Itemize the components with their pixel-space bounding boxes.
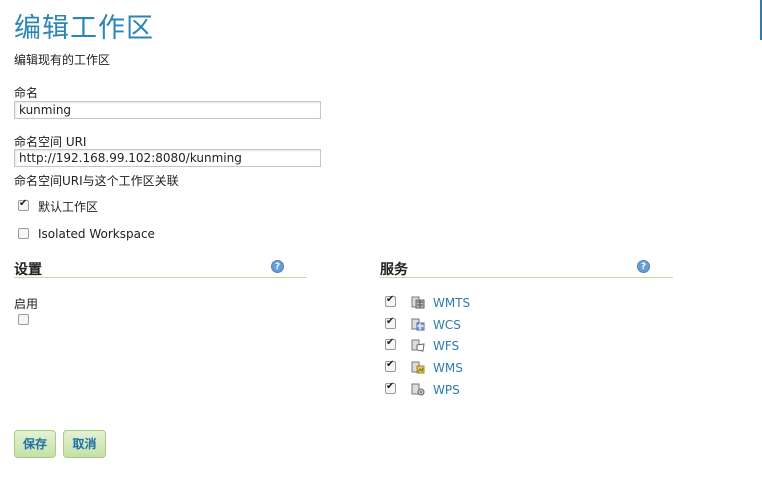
name-input[interactable] — [14, 101, 321, 119]
service-checkbox-wcs[interactable] — [385, 316, 396, 329]
services-section-title: 服务 — [380, 262, 408, 278]
namespace-uri-help: 命名空间URI与这个工作区关联 — [14, 174, 179, 188]
page-subtitle: 编辑现有的工作区 — [14, 53, 111, 67]
service-link-wms[interactable]: WMS — [433, 361, 463, 375]
service-link-wps[interactable]: WPS — [433, 383, 460, 397]
isolated-workspace-label: Isolated Workspace — [38, 227, 155, 241]
service-checkbox-wfs[interactable] — [385, 337, 396, 350]
settings-help-icon[interactable]: ? — [271, 260, 284, 273]
services-divider — [380, 277, 673, 278]
service-checkbox-wps[interactable] — [385, 381, 396, 394]
wfs-server-icon — [411, 339, 425, 352]
edit-workspace-page: 编辑工作区 编辑现有的工作区 命名 命名空间 URI 命名空间URI与这个工作区… — [0, 0, 762, 497]
service-checkbox-wms[interactable] — [385, 359, 396, 372]
enabled-label: 启用 — [14, 297, 39, 311]
namespace-uri-input[interactable] — [14, 149, 321, 167]
wcs-server-icon — [411, 318, 425, 331]
wms-server-icon — [411, 361, 425, 374]
isolated-workspace-checkbox[interactable] — [18, 228, 29, 239]
page-title: 编辑工作区 — [14, 13, 154, 44]
enabled-checkbox[interactable] — [18, 314, 29, 325]
settings-section-title: 设置 — [14, 262, 42, 278]
services-help-icon[interactable]: ? — [637, 260, 650, 273]
wmts-server-icon — [411, 296, 425, 309]
default-workspace-label: 默认工作区 — [38, 200, 99, 214]
save-button[interactable]: 保存 — [14, 430, 56, 458]
name-label: 命名 — [14, 86, 39, 100]
service-link-wcs[interactable]: WCS — [433, 318, 461, 332]
service-checkbox-wmts[interactable] — [385, 294, 396, 307]
service-link-wfs[interactable]: WFS — [433, 339, 459, 353]
service-link-wmts[interactable]: WMTS — [433, 296, 470, 310]
cancel-button[interactable]: 取消 — [63, 430, 106, 458]
wps-server-icon — [411, 383, 425, 396]
namespace-uri-label: 命名空间 URI — [14, 135, 87, 149]
settings-divider — [14, 277, 307, 278]
default-workspace-checkbox[interactable] — [18, 198, 29, 211]
